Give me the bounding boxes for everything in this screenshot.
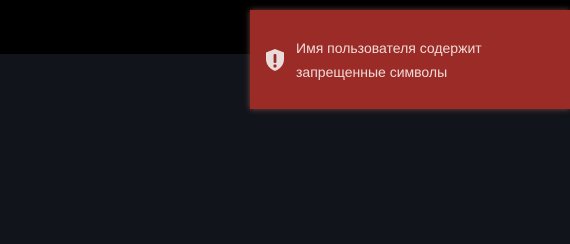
toast-message: Имя пользователя содержит запрещенные си…	[296, 40, 482, 80]
shield-exclamation-icon	[264, 48, 286, 72]
error-toast[interactable]: Имя пользователя содержит запрещенные си…	[250, 10, 570, 109]
